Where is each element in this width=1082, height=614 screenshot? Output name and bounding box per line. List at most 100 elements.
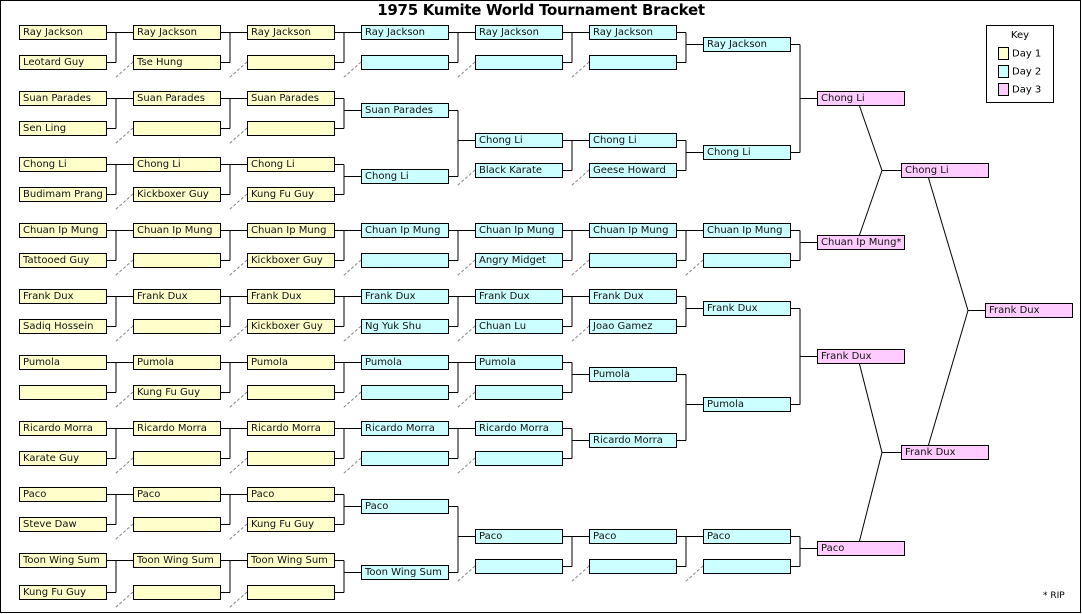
bracket-slot: Chong Li bbox=[703, 145, 791, 160]
bye-marker-line bbox=[228, 523, 248, 541]
bracket-slot: Paco bbox=[247, 487, 335, 502]
bracket-slot: Chuan Ip Mung* bbox=[817, 235, 905, 250]
bye-marker-line bbox=[570, 565, 590, 583]
bracket-slot-empty bbox=[247, 585, 335, 600]
bracket-slot: Kickboxer Guy bbox=[247, 319, 335, 334]
bracket-slot-empty bbox=[133, 585, 221, 600]
bracket-slot-empty bbox=[361, 253, 449, 268]
bye-marker-line bbox=[228, 325, 248, 343]
bracket-slot-empty bbox=[247, 55, 335, 70]
bracket-slot: Ricardo Morra bbox=[19, 421, 107, 436]
bye-marker-line bbox=[114, 127, 134, 145]
bracket-slot: Angry Midget bbox=[475, 253, 563, 268]
bracket-slot: Frank Dux bbox=[19, 289, 107, 304]
bye-marker-line bbox=[228, 457, 248, 475]
bracket-slot: Ricardo Morra bbox=[589, 433, 677, 448]
bracket-slot-empty bbox=[589, 55, 677, 70]
bracket-slot: Sen Ling bbox=[19, 121, 107, 136]
bye-marker-line bbox=[114, 193, 134, 211]
bracket-slot-empty bbox=[133, 121, 221, 136]
bracket-slot: Paco bbox=[703, 529, 791, 544]
connector-line bbox=[928, 310, 969, 446]
bye-marker-line bbox=[342, 61, 362, 79]
bracket-slot: Toon Wing Sum bbox=[133, 553, 221, 568]
bracket-slot: Kung Fu Guy bbox=[247, 187, 335, 202]
bye-marker-line bbox=[342, 259, 362, 277]
bracket-slot: Pumola bbox=[247, 355, 335, 370]
day1-swatch bbox=[998, 47, 1009, 60]
bracket-slot: Ray Jackson bbox=[19, 25, 107, 40]
bye-marker-line bbox=[456, 259, 476, 277]
bye-marker-line bbox=[456, 61, 476, 79]
bracket-slot: Ng Yuk Shu bbox=[361, 319, 449, 334]
bracket-slot: Ricardo Morra bbox=[361, 421, 449, 436]
bye-marker-line bbox=[228, 193, 248, 211]
connector-line bbox=[859, 105, 883, 171]
footnote: * RIP bbox=[1043, 591, 1065, 601]
bracket-slot-empty bbox=[133, 253, 221, 268]
bracket-slot: Karate Guy bbox=[19, 451, 107, 466]
bracket-slot: Chong Li bbox=[247, 157, 335, 172]
legend-item-day3: Day 3 bbox=[998, 83, 1041, 97]
bracket-slot: Chuan Ip Mung bbox=[133, 223, 221, 238]
bracket-slot-empty bbox=[133, 517, 221, 532]
bye-marker-line bbox=[114, 457, 134, 475]
bracket-slot: Chong Li bbox=[361, 169, 449, 184]
bracket-slot: Chuan Ip Mung bbox=[361, 223, 449, 238]
bye-marker-line bbox=[570, 259, 590, 277]
bracket-slot: Chong Li bbox=[817, 91, 905, 106]
bracket-slot: Tse Hung bbox=[133, 55, 221, 70]
bye-marker-line bbox=[228, 259, 248, 277]
bracket-slot: Frank Dux bbox=[247, 289, 335, 304]
bye-marker-line bbox=[456, 457, 476, 475]
bye-marker-line bbox=[228, 591, 248, 609]
bye-marker-line bbox=[228, 391, 248, 409]
bye-marker-line bbox=[456, 391, 476, 409]
bracket-slot: Ray Jackson bbox=[589, 25, 677, 40]
bye-marker-line bbox=[342, 457, 362, 475]
day2-swatch bbox=[998, 65, 1009, 78]
bracket-slot: Chong Li bbox=[133, 157, 221, 172]
bracket-slot: Chuan Ip Mung bbox=[247, 223, 335, 238]
bye-marker-line bbox=[456, 565, 476, 583]
bracket-slot-empty bbox=[247, 121, 335, 136]
connector-line bbox=[928, 177, 969, 311]
bracket-slot-empty bbox=[703, 253, 791, 268]
bye-marker-line bbox=[684, 259, 704, 277]
bracket-slot: Frank Dux bbox=[817, 349, 905, 364]
bracket-slot: Chong Li bbox=[475, 133, 563, 148]
legend-label: Day 2 bbox=[1012, 66, 1042, 78]
bracket-slot: Ray Jackson bbox=[133, 25, 221, 40]
connector-line bbox=[859, 170, 883, 236]
bye-marker-line bbox=[456, 169, 476, 187]
bracket-slot-empty bbox=[475, 559, 563, 574]
bracket-slot: Frank Dux bbox=[703, 301, 791, 316]
bracket-slot-empty bbox=[247, 451, 335, 466]
bracket-slot: Pumola bbox=[361, 355, 449, 370]
bye-marker-line bbox=[456, 325, 476, 343]
bracket-slot: Toon Wing Sum bbox=[361, 565, 449, 580]
bracket-slot-empty bbox=[361, 451, 449, 466]
bracket-slot: Suan Parades bbox=[361, 103, 449, 118]
bracket-slot: Frank Dux bbox=[361, 289, 449, 304]
bracket-slot-empty bbox=[133, 451, 221, 466]
bracket-slot: Frank Dux bbox=[589, 289, 677, 304]
bracket-slot: Paco bbox=[475, 529, 563, 544]
bracket-slot: Geese Howard bbox=[589, 163, 677, 178]
bracket-slot-empty bbox=[361, 55, 449, 70]
bracket-slot: Kung Fu Guy bbox=[19, 585, 107, 600]
bracket-slot: Suan Parades bbox=[19, 91, 107, 106]
bracket-slot: Pumola bbox=[703, 397, 791, 412]
bye-marker-line bbox=[570, 325, 590, 343]
bracket-slot: Suan Parades bbox=[133, 91, 221, 106]
legend-item-day1: Day 1 bbox=[998, 47, 1041, 61]
bracket-slot: Ray Jackson bbox=[703, 37, 791, 52]
bracket-slot: Chuan Ip Mung bbox=[589, 223, 677, 238]
bye-marker-line bbox=[114, 325, 134, 343]
bracket-slot-empty bbox=[475, 55, 563, 70]
bracket-slot-empty bbox=[475, 385, 563, 400]
bye-marker-line bbox=[228, 61, 248, 79]
bracket-slot: Paco bbox=[19, 487, 107, 502]
bracket-slot: Chong Li bbox=[19, 157, 107, 172]
legend-item-day2: Day 2 bbox=[998, 65, 1041, 79]
